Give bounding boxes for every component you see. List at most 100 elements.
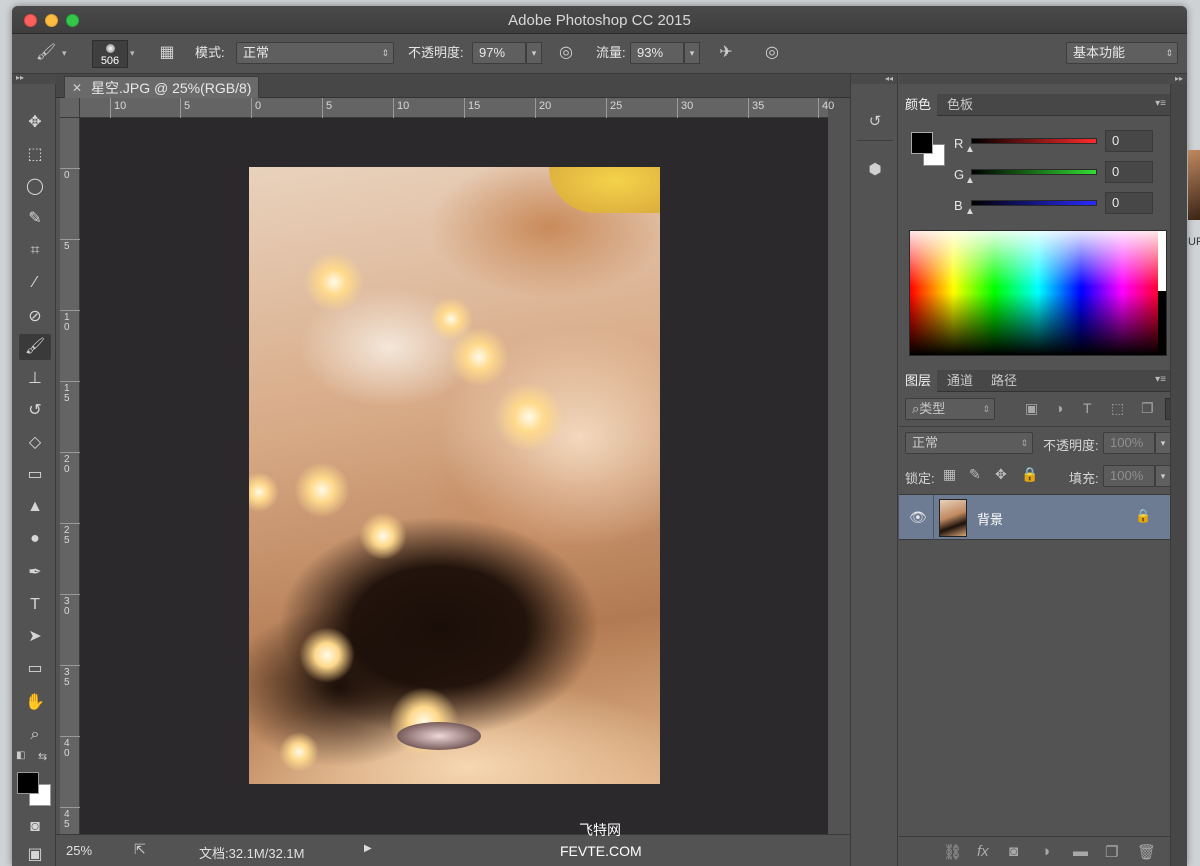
tab-paths[interactable]: 路径 (985, 370, 1023, 392)
eraser-tool-icon[interactable]: ◇ (19, 430, 51, 456)
pressure-opacity-icon[interactable]: ◎ (554, 42, 578, 64)
new-group-icon[interactable]: ▬ (1073, 843, 1088, 860)
blend-mode-select[interactable]: 正常 ⇕ (905, 432, 1033, 454)
chevron-down-icon[interactable]: ▾ (62, 48, 67, 59)
ruler-origin[interactable] (60, 98, 80, 118)
quick-selection-tool-icon[interactable]: ✎ (19, 206, 51, 232)
green-channel-slider[interactable] (971, 169, 1097, 175)
panel-menu-icon[interactable]: ▾≡ (1155, 98, 1166, 109)
white-swatch[interactable] (1158, 231, 1166, 291)
tab-channels[interactable]: 通道 (941, 370, 979, 392)
zoom-level[interactable]: 25% (66, 843, 92, 858)
brush-panel-icon[interactable]: ▦ (155, 42, 179, 64)
smart-object-filter-icon[interactable]: ❐ (1141, 400, 1154, 417)
quick-mask-icon[interactable]: ◙ (19, 814, 51, 840)
pressure-size-icon[interactable]: ◎ (760, 42, 784, 64)
flow-dropdown-button[interactable]: ▾ (684, 42, 700, 64)
fill-dropdown[interactable]: ▾ (1155, 465, 1171, 487)
ruler-tick: 25 (606, 98, 622, 118)
dock-collapse-strip[interactable]: ◂◂ (851, 74, 897, 84)
pen-tool-icon[interactable]: ✒ (19, 560, 51, 586)
blur-tool-icon[interactable]: ▲ (19, 494, 51, 520)
pixel-filter-icon[interactable]: ▣ (1025, 400, 1038, 417)
rectangle-tool-icon[interactable]: ▭ (19, 656, 51, 682)
layer-name[interactable]: 背景 (977, 509, 1003, 528)
adjustment-filter-icon[interactable]: ◑ (1055, 400, 1063, 416)
document-image[interactable] (249, 167, 660, 784)
gradient-tool-icon[interactable]: ▭ (19, 462, 51, 488)
opacity-input[interactable]: 97% (472, 42, 526, 64)
add-mask-icon[interactable]: ◙ (1009, 843, 1018, 860)
close-tab-icon[interactable]: ✕ (72, 77, 82, 99)
screen-mode-icon[interactable]: ▣ (19, 842, 51, 866)
history-brush-tool-icon[interactable]: ↺ (19, 398, 51, 424)
trash-icon[interactable]: 🗑 (1137, 843, 1156, 861)
blue-channel-input[interactable]: 0 (1105, 192, 1153, 214)
dock-collapse-strip[interactable]: ▸▸ (899, 74, 1187, 84)
history-panel-icon[interactable]: ↺ (863, 110, 887, 134)
crop-tool-icon[interactable]: ⌗ (19, 238, 51, 264)
type-tool-icon[interactable]: T (19, 592, 51, 618)
slider-thumb-icon[interactable]: ▲ (965, 206, 975, 217)
slider-thumb-icon[interactable]: ▲ (965, 175, 975, 186)
share-icon[interactable]: ⇱ (134, 841, 146, 858)
type-filter-icon[interactable]: T (1083, 400, 1092, 416)
lock-transparent-icon[interactable]: ▦ (943, 466, 956, 483)
eyedropper-tool-icon[interactable]: ⁄ (19, 270, 51, 296)
panel-scrollbar[interactable] (1170, 84, 1187, 866)
layer-row[interactable]: 👁 背景 🔒 (899, 494, 1170, 541)
panel-menu-icon[interactable]: ▾≡ (1155, 374, 1166, 385)
3d-panel-icon[interactable]: ⬢ (863, 158, 887, 182)
layer-opacity-dropdown[interactable]: ▾ (1155, 432, 1171, 454)
slider-thumb-icon[interactable]: ▲ (965, 144, 975, 155)
black-swatch[interactable] (1158, 291, 1166, 355)
hand-tool-icon[interactable]: ✋ (19, 690, 51, 716)
layer-opacity-input[interactable]: 100% (1103, 432, 1155, 454)
chevron-down-icon[interactable]: ▾ (130, 48, 135, 59)
layer-filter-select[interactable]: ⌕类型 ⇕ (905, 398, 995, 420)
document-canvas[interactable] (80, 118, 828, 834)
green-channel-input[interactable]: 0 (1105, 161, 1153, 183)
zoom-tool-icon[interactable]: ⌕ (19, 722, 51, 748)
eye-icon[interactable]: 👁 (909, 509, 927, 526)
blue-channel-slider[interactable] (971, 200, 1097, 206)
dodge-tool-icon[interactable]: ● (19, 526, 51, 552)
toolbox-collapse-strip[interactable]: ▸▸ (12, 73, 56, 84)
document-tab[interactable]: ✕ 星空.JPG @ 25%(RGB/8) (64, 76, 259, 98)
path-selection-tool-icon[interactable]: ➤ (19, 624, 51, 650)
swap-colors-icon[interactable]: ⇆ (38, 750, 47, 763)
adjustment-layer-icon[interactable]: ◑ (1041, 843, 1050, 860)
lock-image-icon[interactable]: ✎ (969, 466, 981, 483)
tab-swatches[interactable]: 色板 (941, 94, 979, 116)
link-layers-icon[interactable]: ⛓ (943, 843, 962, 861)
foreground-color-swatch[interactable] (17, 772, 39, 794)
default-colors-icon[interactable]: ◧ (16, 750, 25, 761)
brush-tool-preset-icon[interactable]: 🖌 (34, 42, 58, 64)
airbrush-icon[interactable]: ✈ (714, 42, 738, 64)
healing-brush-tool-icon[interactable]: ⊘ (19, 304, 51, 330)
opacity-dropdown-button[interactable]: ▾ (526, 42, 542, 64)
status-menu-arrow-icon[interactable]: ▶ (364, 843, 372, 854)
lock-position-icon[interactable]: ✥ (995, 466, 1007, 483)
workspace-select[interactable]: 基本功能 ⇕ (1066, 42, 1178, 64)
lock-all-icon[interactable]: 🔒 (1021, 466, 1038, 483)
lasso-tool-icon[interactable]: ◯ (19, 174, 51, 200)
red-channel-input[interactable]: 0 (1105, 130, 1153, 152)
brush-tool-icon[interactable]: 🖌 (19, 334, 51, 360)
tab-layers[interactable]: 图层 (899, 370, 938, 392)
tab-color[interactable]: 颜色 (899, 94, 938, 116)
marquee-tool-icon[interactable]: ⬚ (19, 142, 51, 168)
brush-size-picker[interactable]: 506 (92, 40, 128, 68)
mode-select[interactable]: 正常 ⇕ (236, 42, 394, 64)
color-spectrum[interactable] (909, 230, 1167, 356)
horizontal-ruler[interactable]: 10 5 0 5 10 15 20 25 30 35 40 (80, 98, 834, 118)
shape-filter-icon[interactable]: ⬚ (1111, 400, 1124, 417)
fill-input[interactable]: 100% (1103, 465, 1155, 487)
layer-style-icon[interactable]: fx (977, 843, 989, 860)
clone-stamp-tool-icon[interactable]: ⊥ (19, 366, 51, 392)
vertical-ruler[interactable]: 0 5 10 15 20 25 30 35 40 45 (60, 118, 80, 834)
move-tool-icon[interactable]: ✥ (19, 110, 51, 136)
red-channel-slider[interactable] (971, 138, 1097, 144)
new-layer-icon[interactable]: ❐ (1105, 843, 1118, 861)
flow-input[interactable]: 93% (630, 42, 684, 64)
